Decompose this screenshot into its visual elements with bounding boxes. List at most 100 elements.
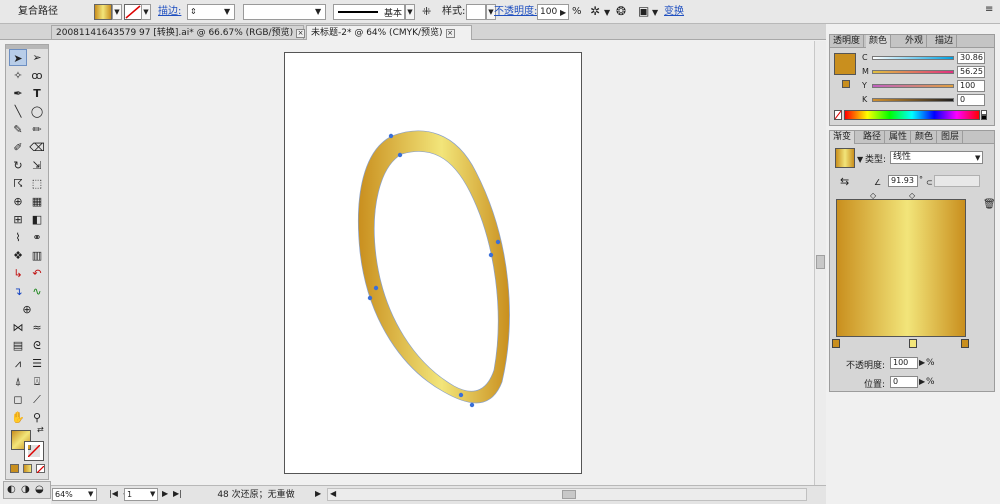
magenta-slider[interactable]: [872, 70, 954, 74]
black-swatch[interactable]: [981, 115, 987, 120]
none-mode-icon[interactable]: [36, 464, 45, 474]
gradient-ramp[interactable]: [836, 199, 966, 337]
magic-wand-tool-icon[interactable]: ✧: [9, 67, 27, 84]
scale-tool-icon[interactable]: ⇲: [28, 157, 46, 174]
gold-ring-artwork[interactable]: [284, 52, 582, 474]
gradient-stop-right[interactable]: [961, 339, 969, 348]
slice-tool-icon[interactable]: ⟋: [28, 391, 46, 408]
chevron-down-icon[interactable]: ▼: [652, 8, 658, 17]
anchor-point[interactable]: [495, 239, 501, 245]
list-tool-icon[interactable]: ☰: [28, 355, 46, 372]
anchor-point[interactable]: [373, 285, 379, 291]
pencil-tool-icon[interactable]: ✏: [28, 121, 46, 138]
stroke-swatch[interactable]: [124, 4, 142, 20]
chevron-right-icon[interactable]: ▶: [919, 358, 925, 367]
paintbrush-tool-icon[interactable]: ✎: [9, 121, 27, 138]
rotate-tool-icon[interactable]: ↻: [9, 157, 27, 174]
gradient-tool-icon[interactable]: ◧: [28, 211, 46, 228]
hand-tool-icon[interactable]: ✋: [9, 409, 27, 426]
artboard-tool-icon[interactable]: ◻: [9, 391, 27, 408]
blend-tool-icon[interactable]: ⚭: [28, 229, 46, 246]
yellow-value[interactable]: 100: [957, 80, 985, 92]
lasso-tool-icon[interactable]: ꝏ: [28, 67, 46, 84]
tab-document-1[interactable]: 20081141643579 97 [转换].ai* @ 66.67% (RGB…: [51, 25, 306, 40]
brush-dropdown-icon[interactable]: ▼: [405, 4, 415, 20]
chevron-down-icon[interactable]: ▼: [604, 8, 610, 17]
live-paint-selection-icon[interactable]: ⍍: [28, 373, 46, 390]
gradient-type-select[interactable]: 线性 ▼: [890, 151, 983, 164]
anchor-point[interactable]: [388, 133, 394, 139]
stroke-weight-field[interactable]: ⇕ ▼: [187, 4, 235, 20]
smooth-tool-icon[interactable]: ∿: [28, 283, 46, 300]
shape-builder-tool-icon[interactable]: ⊕: [9, 193, 27, 210]
color-mode-icon[interactable]: [10, 464, 19, 473]
isolate-icon[interactable]: ❂: [616, 4, 626, 18]
line-graph-tool-icon[interactable]: ⩘: [9, 355, 27, 372]
chevron-down-icon[interactable]: ▼: [857, 155, 863, 164]
align-icon[interactable]: ▣: [638, 4, 649, 18]
ring-shape[interactable]: [357, 130, 510, 404]
tab-document-2[interactable]: 未标题-2* @ 64% (CMYK/预览) ×: [306, 25, 472, 40]
stroke-dropdown-icon[interactable]: ▼: [141, 4, 151, 20]
ellipse-tool-icon[interactable]: ◯: [28, 103, 46, 120]
wave-tool-icon[interactable]: ≈: [28, 319, 46, 336]
direct-selection-tool-icon[interactable]: ➢: [28, 49, 46, 66]
delete-stop-icon[interactable]: 🗑: [983, 199, 996, 210]
reshape-tool-icon[interactable]: ↴: [9, 283, 27, 300]
yellow-slider[interactable]: [872, 84, 954, 88]
tab-layers[interactable]: 图层: [938, 131, 964, 144]
gradient-stop-mid[interactable]: [909, 339, 917, 348]
horizontal-scrollbar[interactable]: ◀: [327, 488, 807, 501]
anchor-point[interactable]: [488, 252, 494, 258]
fill-color-swatch[interactable]: [834, 53, 856, 75]
page-select[interactable]: 1 ▼: [124, 488, 158, 501]
none-color-icon[interactable]: [834, 110, 842, 120]
tab-transparency[interactable]: 透明度: [830, 35, 865, 48]
tab-appearance[interactable]: 外观: [902, 35, 928, 48]
mesh-tool-icon[interactable]: ⊞: [9, 211, 27, 228]
close-icon[interactable]: ×: [296, 29, 306, 38]
fill-swatch[interactable]: [94, 4, 112, 20]
vertical-scrollbar[interactable]: [814, 41, 826, 485]
chart-tool-icon[interactable]: ▤: [9, 337, 27, 354]
magenta-value[interactable]: 56.25: [957, 66, 985, 78]
first-page-icon[interactable]: |◀: [109, 489, 118, 498]
type-tool-icon[interactable]: T: [28, 85, 46, 102]
opacity-link[interactable]: 不透明度:: [494, 0, 537, 24]
tab-color[interactable]: 颜色: [866, 35, 892, 48]
anchor-point[interactable]: [458, 392, 464, 398]
align-stroke-icon[interactable]: ⁜: [422, 5, 431, 18]
perspective-grid-tool-icon[interactable]: ▦: [28, 193, 46, 210]
draw-normal-icon[interactable]: ◐: [7, 484, 16, 495]
blob-brush-tool-icon[interactable]: ✐: [9, 139, 27, 156]
scroll-thumb[interactable]: [562, 490, 576, 499]
anchor-point[interactable]: [397, 152, 403, 158]
selection-tool-icon[interactable]: ➤: [9, 49, 27, 66]
graphic-style-swatch[interactable]: [466, 4, 486, 20]
pen-tool-icon[interactable]: ✒: [9, 85, 27, 102]
transform-link[interactable]: 变换: [664, 0, 684, 24]
zoom-tool-icon[interactable]: ⚲: [28, 409, 46, 426]
aspect-ratio-icon[interactable]: ⊂: [926, 178, 933, 187]
gradient-mode-icon[interactable]: [23, 464, 32, 473]
envelope-tool-icon[interactable]: ⋈: [9, 319, 27, 336]
gradient-stop-left[interactable]: [832, 339, 840, 348]
draw-behind-icon[interactable]: ◑: [21, 484, 30, 495]
anchor-point[interactable]: [469, 402, 475, 408]
stop-position-input[interactable]: 0: [890, 376, 918, 388]
brush-field[interactable]: 基本: [333, 4, 405, 20]
close-icon[interactable]: ×: [445, 29, 455, 38]
draw-inside-icon[interactable]: ◒: [35, 484, 44, 495]
variable-width-field[interactable]: ▼: [243, 4, 326, 20]
free-transform-tool-icon[interactable]: ⬚: [28, 175, 46, 192]
zoom-select[interactable]: 64% ▼: [52, 488, 97, 501]
tab-stroke[interactable]: 描边: [932, 35, 958, 48]
eyedropper-tool-icon[interactable]: ⌇: [9, 229, 27, 246]
symbol-sprayer-tool-icon[interactable]: ❖: [9, 247, 27, 264]
scroll-left-icon[interactable]: ◀: [330, 489, 336, 498]
black-slider[interactable]: [872, 98, 954, 102]
gradient-preview-swatch[interactable]: [835, 148, 855, 168]
tab-gradient[interactable]: 渐变: [830, 131, 856, 144]
panel-menu-icon[interactable]: ≡: [985, 4, 993, 15]
paint-bucket-tool-icon[interactable]: ⍋: [9, 373, 27, 390]
